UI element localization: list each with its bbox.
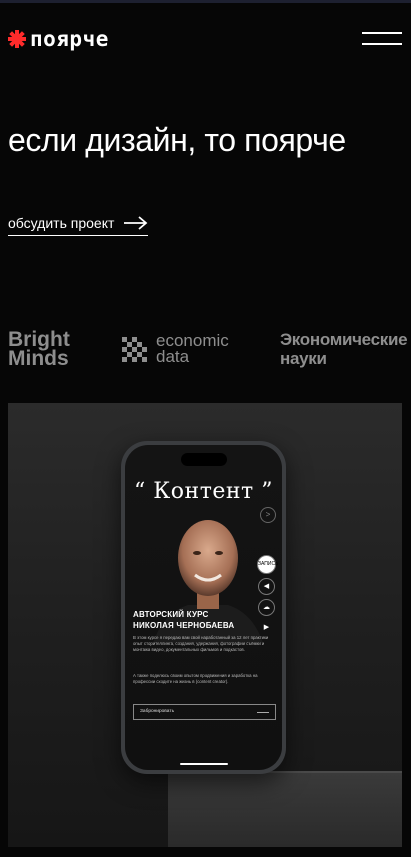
economic-sciences-logo: Экономические науки [280, 330, 408, 368]
menu-icon[interactable] [362, 30, 402, 46]
asterisk-logo-icon [8, 30, 26, 48]
screen-title: “ Контент ” [134, 479, 273, 504]
vk-icon[interactable]: ☁ [258, 599, 275, 616]
hero-title: если дизайн, то поярче [8, 122, 346, 158]
telegram-icon[interactable]: ◀ [258, 578, 275, 595]
pixel-mark-icon [122, 337, 147, 362]
next-arrow-button[interactable]: > [260, 507, 276, 523]
phone-screen: “ Контент ” > ЗАПИСЬ ◀ ☁ ▶ АВТОРСКИЙ КУР… [125, 445, 282, 770]
economic-data-logo: economic data [120, 332, 229, 365]
course-description: В этом курсе я передаю вам свой наработа… [133, 635, 269, 652]
project-showcase[interactable]: “ Контент ” > ЗАПИСЬ ◀ ☁ ▶ АВТОРСКИЙ КУР… [8, 403, 402, 847]
arrow-right-icon [124, 216, 148, 230]
site-header: поярче [0, 22, 411, 58]
discuss-project-label: обсудить проект [8, 215, 115, 231]
logo-text: поярче [30, 27, 109, 51]
phone-mockup: “ Контент ” > ЗАПИСЬ ◀ ☁ ▶ АВТОРСКИЙ КУР… [121, 441, 286, 774]
record-badge[interactable]: ЗАПИСЬ [257, 555, 278, 574]
course-title: АВТОРСКИЙ КУРС НИКОЛАЯ ЧЕРНОБАЕВА [133, 610, 235, 630]
discuss-project-link[interactable]: обсудить проект [8, 215, 149, 236]
social-icons: ЗАПИСЬ ◀ ☁ ▶ [257, 555, 278, 637]
top-border [0, 0, 411, 3]
dynamic-island [181, 453, 227, 466]
clients-logos: Bright Minds economic data Экономические… [0, 325, 411, 375]
logo[interactable]: поярче [8, 28, 109, 50]
reserve-button[interactable]: Забронировать [133, 704, 276, 720]
course-description-2: А также поделюсь своим опытом продвижени… [133, 673, 258, 684]
bright-minds-logo: Bright Minds [8, 328, 70, 370]
home-indicator [180, 763, 228, 765]
pedestal [168, 773, 402, 847]
